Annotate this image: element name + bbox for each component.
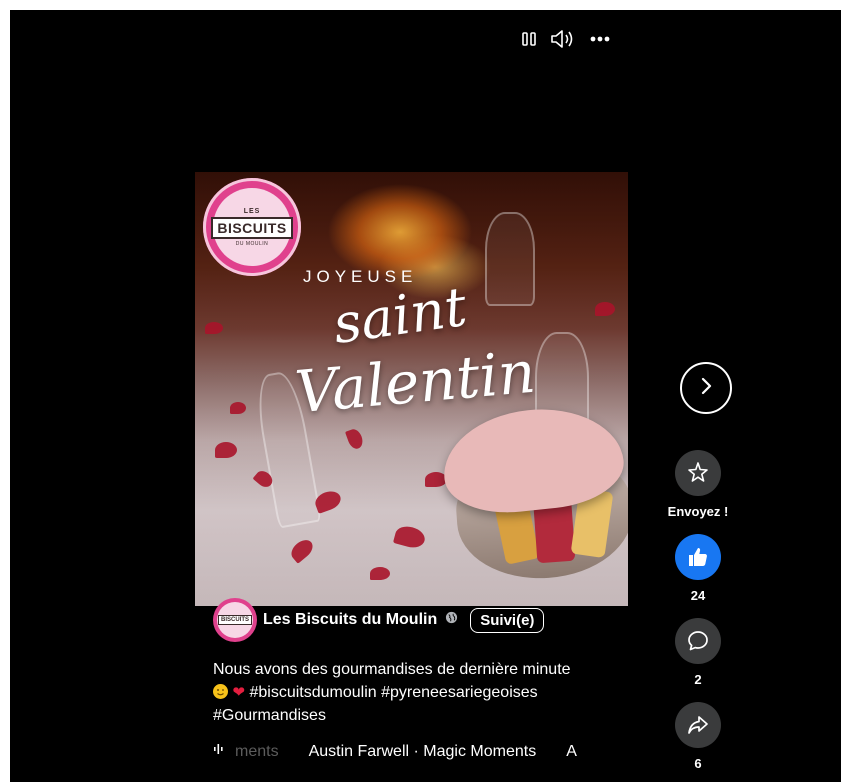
send-action[interactable]: Envoyez !: [663, 450, 733, 519]
more-icon[interactable]: [590, 36, 610, 42]
comment-icon[interactable]: [675, 618, 721, 664]
wine-glass: [485, 212, 535, 306]
like-action[interactable]: 24: [663, 534, 733, 603]
music-ticker[interactable]: ments Austin Farwell · Magic Moments A: [213, 742, 633, 761]
music-tail: A: [566, 742, 577, 760]
next-reel-button[interactable]: [680, 362, 732, 414]
sparkle-star-icon[interactable]: [675, 450, 721, 496]
rose-petal: [370, 567, 390, 580]
send-label: Envoyez !: [667, 504, 729, 519]
like-count: 24: [690, 588, 706, 603]
logo-sub: DU MOULIN: [235, 240, 269, 247]
globe-icon: [445, 611, 458, 629]
heart-emoji-icon: ❤: [232, 684, 246, 701]
pause-icon[interactable]: [522, 31, 536, 47]
rose-petal: [595, 302, 615, 316]
caption-line-1: Nous avons des gourmandises de dernière …: [213, 661, 571, 678]
rose-petal: [230, 402, 246, 414]
share-action[interactable]: 6: [663, 702, 733, 771]
post-caption: Nous avons des gourmandises de dernière …: [213, 658, 613, 727]
music-track: Austin Farwell · Magic Moments: [308, 742, 537, 760]
avatar[interactable]: BISCUITS: [213, 598, 257, 642]
music-faded-text: ments: [235, 742, 279, 760]
avatar-text: BISCUITS: [217, 615, 252, 625]
logo-les: LES: [243, 207, 261, 215]
comment-count: 2: [694, 672, 702, 687]
rose-petal: [215, 442, 237, 458]
rose-petal: [205, 322, 223, 334]
volume-icon[interactable]: [550, 28, 576, 50]
comment-action[interactable]: 2: [663, 618, 733, 687]
author-name[interactable]: Les Biscuits du Moulin: [263, 611, 437, 629]
reel-viewer: LES BISCUITS DU MOULIN JOYEUSE saint Val…: [10, 10, 841, 782]
share-icon[interactable]: [675, 702, 721, 748]
thumbs-up-icon[interactable]: [675, 534, 721, 580]
top-controls: [522, 28, 610, 50]
wink-emoji-icon: [213, 684, 228, 699]
share-count: 6: [694, 756, 702, 771]
follow-button[interactable]: Suivi(e): [470, 607, 545, 633]
caption-hashtag-line[interactable]: #Gourmandises: [213, 704, 613, 727]
reel-media[interactable]: LES BISCUITS DU MOULIN JOYEUSE saint Val…: [195, 172, 628, 606]
brand-logo: LES BISCUITS DU MOULIN: [203, 178, 301, 276]
logo-name: BISCUITS: [211, 216, 293, 239]
author-row: BISCUITS Les Biscuits du Moulin Suivi(e): [213, 598, 545, 642]
caption-hashtags[interactable]: #biscuitsdumoulin #pyreneesariegeoises: [249, 684, 537, 701]
chevron-right-icon: [698, 376, 714, 401]
music-note-icon: [213, 742, 227, 761]
